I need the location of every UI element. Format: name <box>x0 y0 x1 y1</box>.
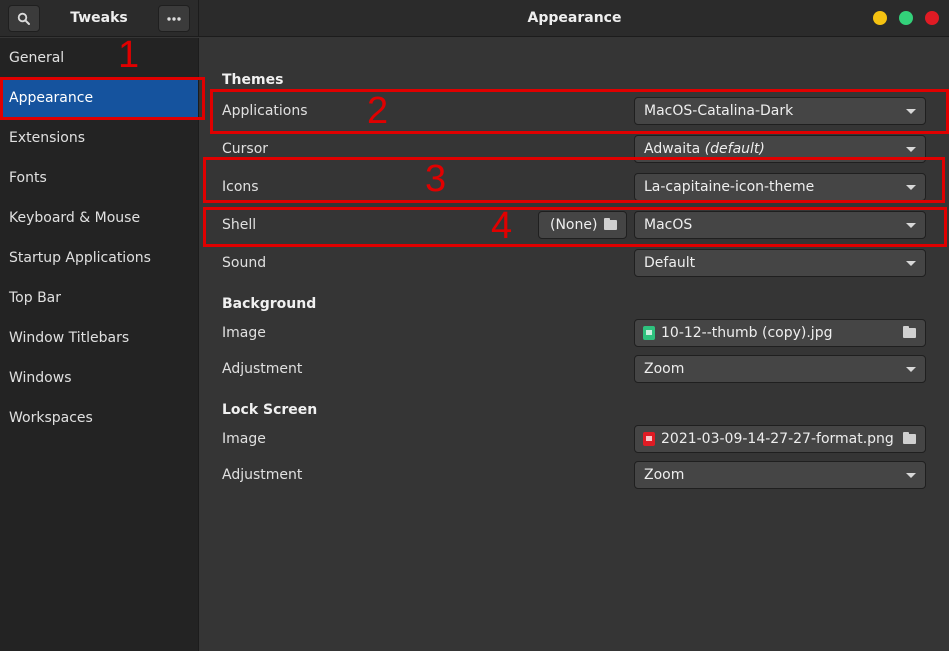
folder-icon <box>903 326 916 338</box>
background-adjustment-value: Zoom <box>644 361 685 377</box>
sidebar: General Appearance Extensions Fonts Keyb… <box>0 38 199 651</box>
cursor-label: Cursor <box>222 141 269 157</box>
lock-screen-image-chooser[interactable]: 2021-03-09-14-27-27-format.png <box>634 425 926 453</box>
image-file-icon <box>643 326 655 340</box>
background-image-chooser[interactable]: 10-12--thumb (copy).jpg <box>634 319 926 347</box>
search-icon <box>17 12 30 25</box>
annotation-number-3: 3 <box>425 158 447 200</box>
search-button[interactable] <box>8 5 40 32</box>
folder-icon <box>903 432 916 444</box>
background-image-file: 10-12--thumb (copy).jpg <box>661 325 833 341</box>
cursor-default-suffix: (default) <box>704 141 765 157</box>
themes-heading: Themes <box>222 72 284 88</box>
sidebar-item-startup-applications[interactable]: Startup Applications <box>0 238 198 278</box>
sidebar-item-general[interactable]: General <box>0 38 198 78</box>
sidebar-item-windows[interactable]: Windows <box>0 358 198 398</box>
annotation-number-4: 4 <box>491 205 513 247</box>
annotation-box-4 <box>203 207 947 247</box>
lock-screen-image-file: 2021-03-09-14-27-27-format.png <box>661 431 894 447</box>
sidebar-header: Tweaks <box>0 0 199 37</box>
annotation-box-1 <box>0 77 205 120</box>
page-title: Appearance <box>527 10 622 26</box>
header-bar: Tweaks Appearance <box>0 0 949 37</box>
lock-screen-adjustment-value: Zoom <box>644 467 685 483</box>
lock-screen-image-label: Image <box>222 431 266 447</box>
annotation-number-2: 2 <box>367 90 389 132</box>
sidebar-item-workspaces[interactable]: Workspaces <box>0 398 198 438</box>
background-adjustment-label: Adjustment <box>222 361 303 377</box>
app-title: Tweaks <box>70 10 128 26</box>
close-button[interactable] <box>925 11 939 25</box>
sidebar-item-extensions[interactable]: Extensions <box>0 118 198 158</box>
maximize-button[interactable] <box>899 11 913 25</box>
sidebar-item-window-titlebars[interactable]: Window Titlebars <box>0 318 198 358</box>
annotation-number-1: 1 <box>118 34 140 76</box>
sound-label: Sound <box>222 255 267 271</box>
cursor-theme-value: Adwaita <box>644 141 701 157</box>
chevron-down-icon <box>906 147 916 152</box>
chevron-down-icon <box>906 367 916 372</box>
lock-screen-adjustment-select[interactable]: Zoom <box>634 461 926 489</box>
lock-screen-heading: Lock Screen <box>222 402 318 418</box>
sidebar-item-fonts[interactable]: Fonts <box>0 158 198 198</box>
sound-theme-value: Default <box>644 255 696 271</box>
annotation-box-3 <box>203 157 945 203</box>
chevron-down-icon <box>906 473 916 478</box>
minimize-button[interactable] <box>873 11 887 25</box>
sidebar-item-top-bar[interactable]: Top Bar <box>0 278 198 318</box>
more-dots-icon <box>167 16 181 21</box>
image-file-icon <box>643 432 655 446</box>
background-image-label: Image <box>222 325 266 341</box>
lock-screen-adjustment-label: Adjustment <box>222 467 303 483</box>
annotation-box-2 <box>210 89 949 134</box>
menu-button[interactable] <box>158 5 190 32</box>
sidebar-item-keyboard-mouse[interactable]: Keyboard & Mouse <box>0 198 198 238</box>
sound-theme-select[interactable]: Default <box>634 249 926 277</box>
chevron-down-icon <box>906 261 916 266</box>
background-adjustment-select[interactable]: Zoom <box>634 355 926 383</box>
background-heading: Background <box>222 296 317 312</box>
